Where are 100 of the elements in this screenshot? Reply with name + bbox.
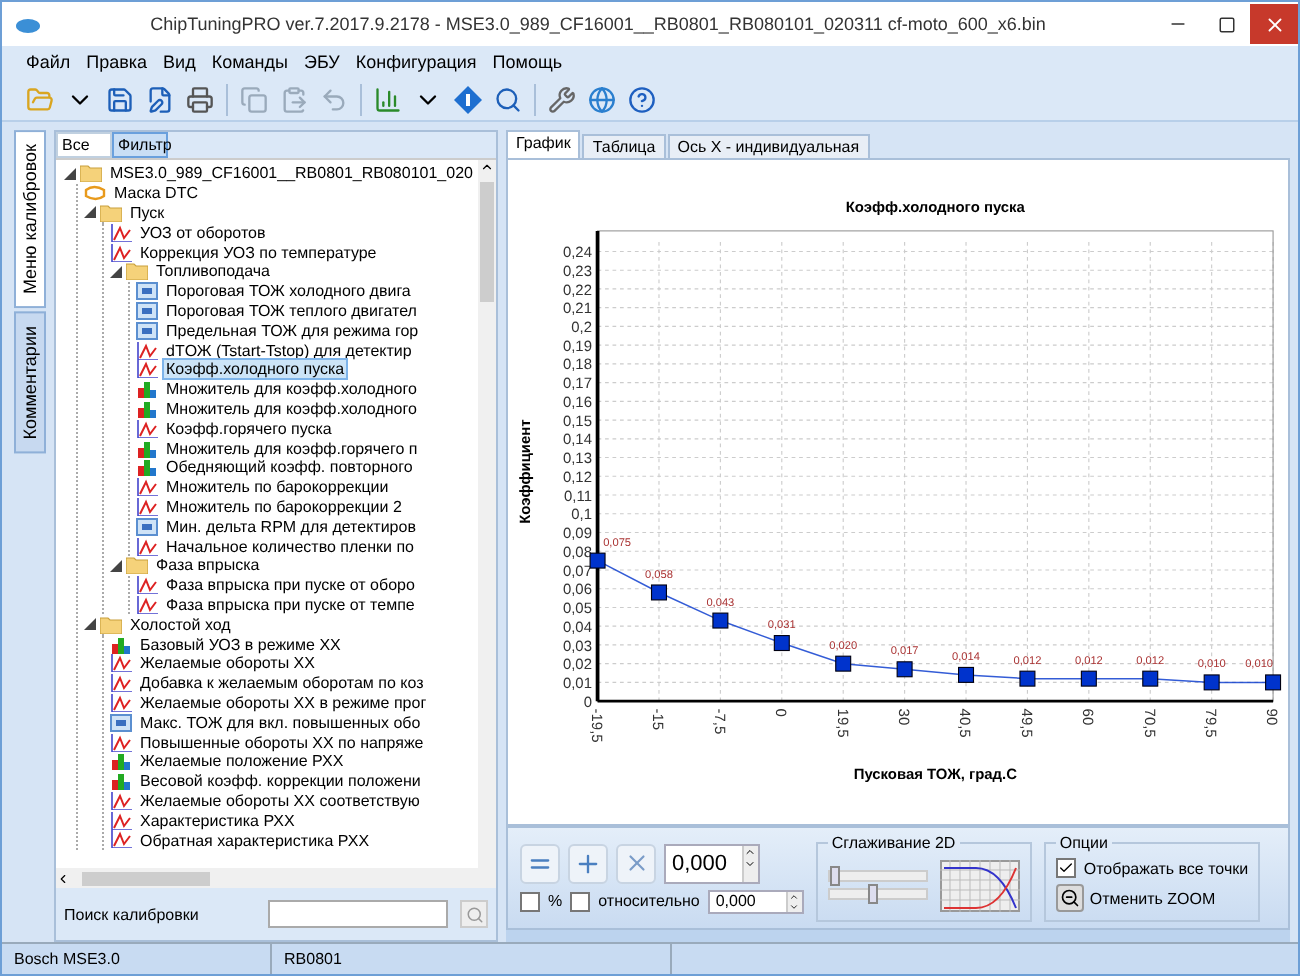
tree-item[interactable]: Весовой коэфф. коррекции положени [136,770,425,793]
tree-item[interactable]: Коэфф.холодного пуска [162,358,349,381]
scroll-thumb[interactable] [82,871,210,885]
tree-item[interactable]: УОЗ от оборотов [136,221,270,244]
menu-item[interactable]: Помощь [492,52,563,72]
tree-item[interactable]: Фаза впрыска при пуске от темпе [162,593,419,616]
tree-item[interactable]: Пуск [126,202,169,224]
menu-item[interactable]: ЭБУ [303,52,340,72]
slider-track[interactable] [827,888,928,900]
data-point[interactable] [712,612,729,629]
data-point[interactable] [589,552,606,569]
tree-item[interactable]: Множитель для коэфф.горячего п [162,437,422,460]
tree-item[interactable]: Маска DTC [110,182,202,205]
tree-item[interactable]: Пороговая ТОЖ теплого двигател [162,299,421,322]
scroll-up-icon[interactable] [480,160,494,174]
side-tab[interactable]: Меню калибровок [14,130,46,309]
tree-item[interactable]: Топливоподача [152,260,274,283]
menu-item[interactable]: Команды [211,52,288,72]
tree-item[interactable]: MSE3.0_989_CF16001__RB0801_RB080101_020 [106,162,477,185]
tree-item[interactable]: Мин. дельта RPM для детектиров [162,515,420,538]
expand-arrow-icon[interactable] [110,559,122,572]
data-point[interactable] [958,666,975,683]
tree-item[interactable]: Повышенные обороты ХХ по напряже [136,731,428,754]
value-spinbox[interactable]: 0,000 [664,843,760,883]
tree-item[interactable]: Коррекция УОЗ по температуре [136,241,381,264]
tree-item[interactable]: dTОЖ (Tstart-Tstop) для детектир [162,339,416,362]
menu-item[interactable]: Правка [86,52,148,72]
expand-arrow-icon[interactable] [110,265,122,278]
tree-item[interactable]: Пороговая ТОЖ холодного двига [162,280,415,303]
chart-icon[interactable] [374,85,402,113]
expand-arrow-icon[interactable] [64,167,76,180]
slider-thumb[interactable] [829,866,840,886]
menu-item[interactable]: Конфигурация [355,52,477,72]
vertical-scrollbar[interactable] [478,160,496,868]
search-icon[interactable] [494,85,522,113]
tree-item[interactable]: Обедняющий коэфф. повторного [162,456,417,479]
tree-item[interactable]: Макс. ТОЖ для вкл. повышенных обо [136,711,425,734]
tree-item[interactable]: Фаза впрыска [152,554,264,577]
tree-item[interactable]: Желаемые обороты ХХ в режиме прог [136,691,431,714]
tree-item[interactable]: Базовый УОЗ в режиме ХХ [136,633,345,656]
scroll-thumb[interactable] [480,182,494,302]
tree-item[interactable]: Желаемые обороты ХХ [136,652,319,675]
spin-up-icon[interactable] [744,845,756,857]
help-icon[interactable] [628,85,656,113]
data-point[interactable] [1080,670,1097,687]
info-diamond-icon[interactable] [454,85,482,113]
spin-up-icon[interactable] [787,891,800,901]
filter-tab[interactable]: Все [56,132,112,158]
data-point[interactable] [1265,674,1282,691]
data-point[interactable] [650,584,667,601]
view-tab[interactable]: График [506,130,581,158]
print-icon[interactable] [186,85,214,113]
scroll-left-icon[interactable] [56,871,70,885]
checkbox[interactable] [520,891,540,911]
data-point[interactable] [835,655,852,672]
save-edit-icon[interactable] [146,85,174,113]
spin-down-icon[interactable] [787,901,800,911]
spin-down-icon[interactable] [744,857,756,869]
tree-item[interactable]: Обратная характеристика РХХ [136,829,374,851]
menu-item[interactable]: Вид [163,52,196,72]
tree-item[interactable]: Желаемые положение РХХ [136,750,348,773]
tree-item[interactable]: Множитель по барокоррекции 2 [162,495,406,518]
checkbox[interactable] [570,891,591,911]
side-tab[interactable]: Комментарии [14,312,46,454]
menu-item[interactable]: Файл [26,52,71,72]
slider-thumb[interactable] [868,884,879,904]
reset-zoom-button[interactable]: Отменить ZOOM [1055,884,1249,912]
tree-item[interactable]: Предельная ТОЖ для режима гор [162,319,423,342]
x-axis-title: Пусковая ТОЖ, град.С [853,765,1017,784]
data-point[interactable] [1203,674,1220,691]
tree-item[interactable]: Множитель для коэфф.холодного [162,378,421,401]
tree-item[interactable]: Желаемые обороты ХХ соответствую [136,789,424,812]
tree-item[interactable]: Коэфф.горячего пуска [162,417,336,440]
close-button[interactable] [1250,4,1298,44]
slider-track[interactable] [827,870,928,882]
data-point[interactable] [1142,670,1159,687]
tree-item[interactable]: Добавка к желаемым оборотам по коз [136,672,428,695]
data-point[interactable] [773,635,790,652]
data-point[interactable] [1019,670,1036,687]
filter-tab[interactable]: Фильтр [112,132,168,158]
checkbox[interactable] [1055,858,1076,878]
view-tab[interactable]: Таблица [582,134,666,158]
tree-item[interactable]: Холостой ход [126,613,235,636]
equal-button[interactable] [520,843,560,883]
tree-item[interactable]: Начальное количество пленки по [162,535,418,558]
horizontal-scrollbar[interactable] [56,868,496,888]
add-button[interactable] [568,843,608,883]
tree-item[interactable]: Множитель для коэфф.холодного [162,397,421,420]
tree-item[interactable]: Характеристика РХХ [136,809,299,832]
expand-arrow-icon[interactable] [84,618,96,631]
expand-arrow-icon[interactable] [84,206,96,219]
globe-icon[interactable] [588,85,616,113]
wrench-icon[interactable] [548,85,576,113]
view-tab[interactable]: Ось X - индивидуальная [667,134,870,158]
relative-spinbox[interactable]: 0,000 [707,889,804,913]
tree-item[interactable]: Фаза впрыска при пуске от оборо [162,574,419,597]
tree-item[interactable]: Множитель по барокоррекции [162,476,393,499]
data-point[interactable] [896,661,913,678]
search-field[interactable] [268,900,448,928]
save-icon[interactable] [106,85,134,113]
